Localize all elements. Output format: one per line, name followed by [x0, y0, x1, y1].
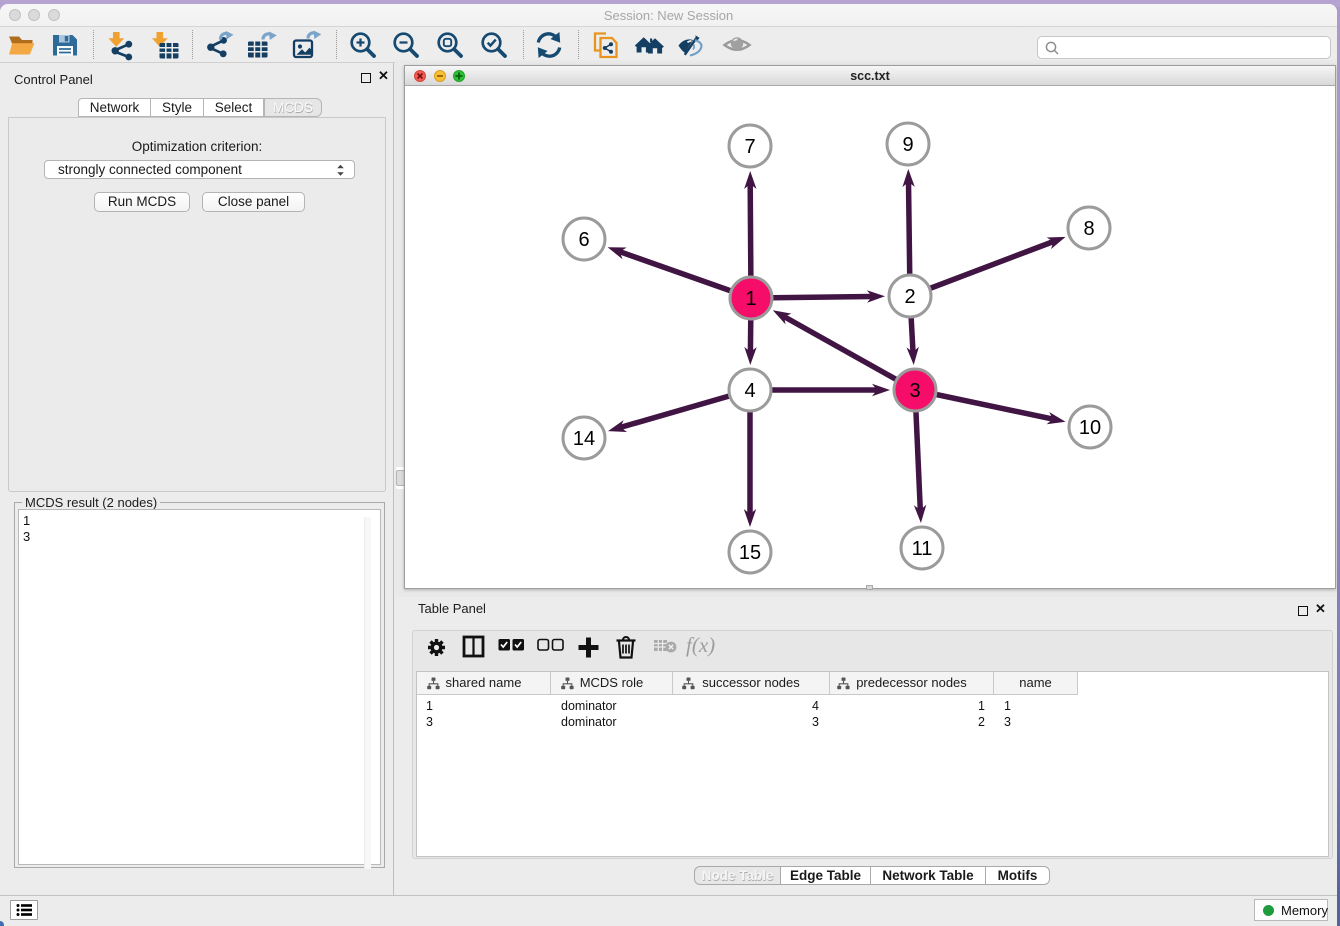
svg-text:15: 15	[739, 542, 761, 564]
svg-text:6: 6	[578, 229, 589, 251]
svg-text:9: 9	[902, 134, 913, 156]
svg-text:10: 10	[1079, 417, 1101, 439]
svg-text:8: 8	[1083, 218, 1094, 240]
svg-text:7: 7	[744, 136, 755, 158]
svg-text:14: 14	[573, 428, 595, 450]
svg-text:1: 1	[745, 288, 756, 310]
svg-text:2: 2	[904, 286, 915, 308]
svg-text:3: 3	[909, 380, 920, 402]
svg-text:4: 4	[744, 380, 755, 402]
svg-text:11: 11	[912, 538, 933, 560]
